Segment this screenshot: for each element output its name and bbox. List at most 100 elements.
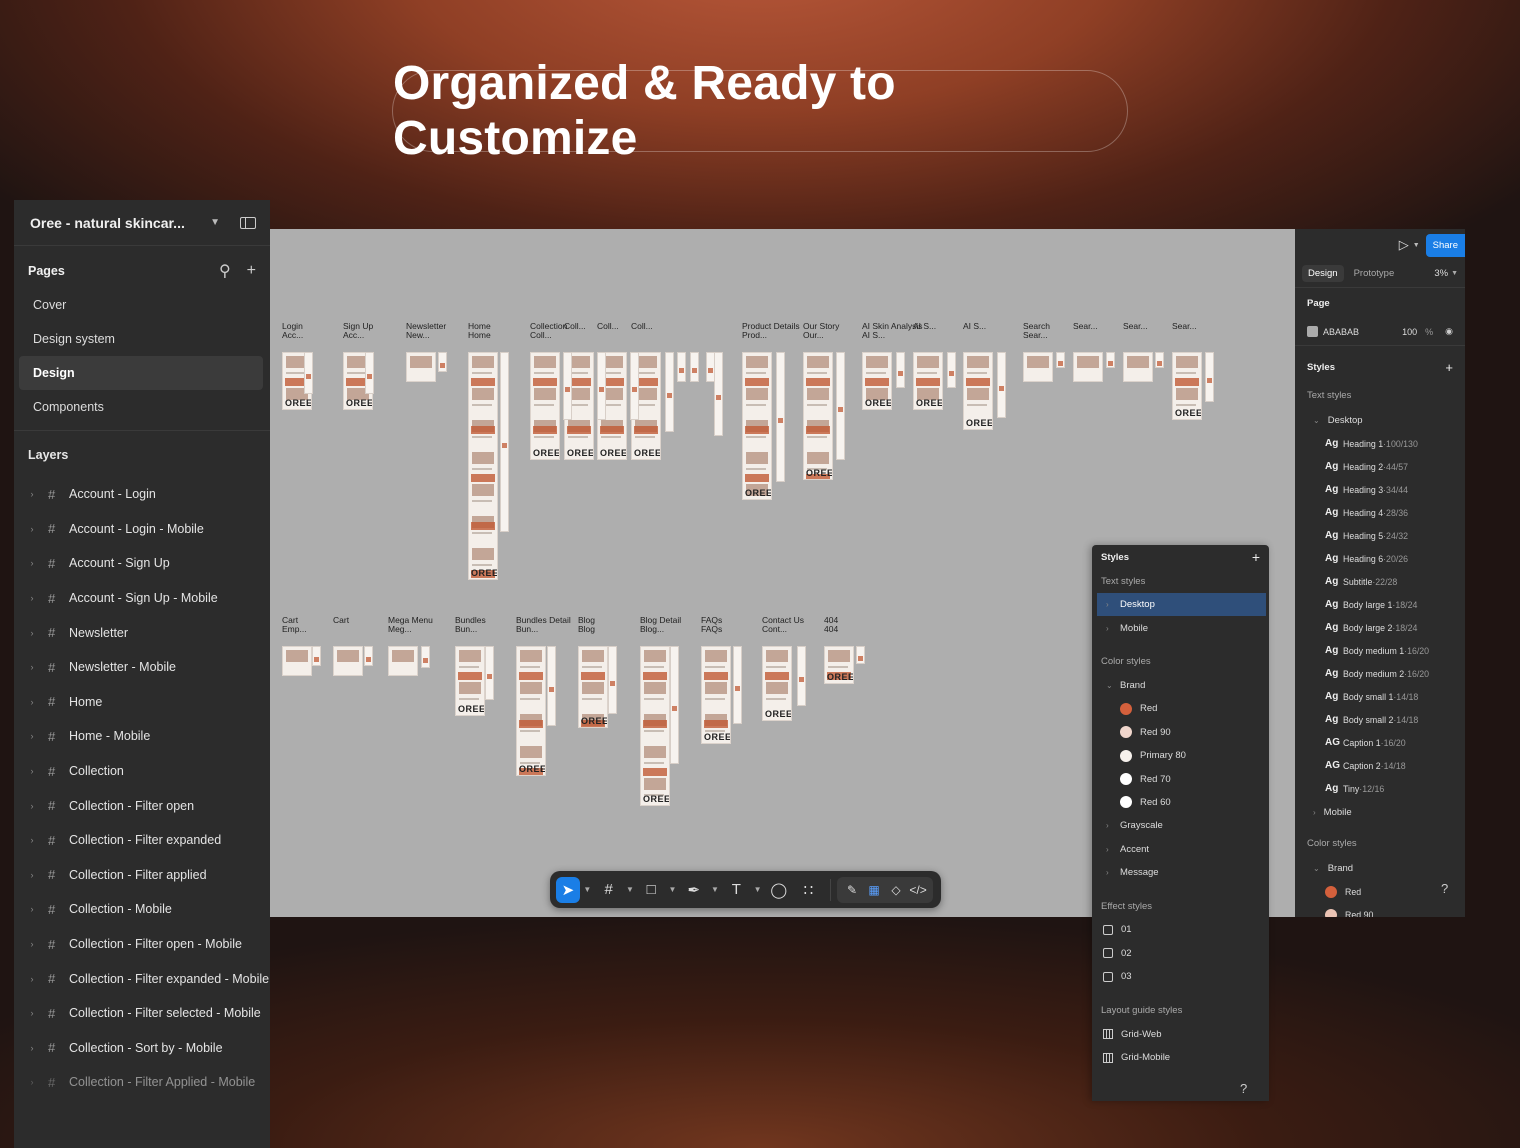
mobile-group[interactable]: › Mobile <box>1295 800 1465 824</box>
mobile-frame-preview[interactable] <box>1056 352 1065 368</box>
frame-preview[interactable] <box>333 646 363 676</box>
frame-preview[interactable] <box>388 646 418 676</box>
actions-icon[interactable]: ∷ <box>795 877 823 903</box>
group-desktop[interactable]: › Desktop <box>1097 593 1266 617</box>
layer-row[interactable]: › # Collection - Filter applied <box>14 858 270 893</box>
layer-row[interactable]: › # Newsletter <box>14 615 270 650</box>
chevron-down-icon[interactable]: ▼ <box>710 877 721 903</box>
text-style-row[interactable]: Ag Heading 1 · 100/130 <box>1295 432 1465 455</box>
layer-row[interactable]: › # Account - Sign Up - Mobile <box>14 581 270 616</box>
frame-preview[interactable]: OREE <box>1172 352 1202 420</box>
frame-preview[interactable]: OREE <box>803 352 833 480</box>
design-mode-icon[interactable]: ▦ <box>863 883 885 897</box>
chevron-right-icon[interactable]: › <box>14 524 48 534</box>
mobile-frame-preview[interactable] <box>997 352 1006 418</box>
chevron-right-icon[interactable]: › <box>14 558 48 568</box>
effect-style-row[interactable]: 03 <box>1092 965 1269 988</box>
mobile-frame-preview[interactable] <box>733 646 742 724</box>
frame-preview[interactable]: OREE <box>742 352 772 500</box>
frame-preview[interactable] <box>1123 352 1153 382</box>
mobile-frame-preview[interactable] <box>563 352 572 420</box>
frame-preview[interactable]: OREE <box>963 352 993 430</box>
page-opacity[interactable]: 100 <box>1402 327 1417 337</box>
dev-mode-icon[interactable]: </> <box>907 883 929 897</box>
layer-row[interactable]: › # Home - Mobile <box>14 719 270 754</box>
page-item[interactable]: Design system <box>19 322 263 356</box>
chevron-right-icon[interactable]: › <box>14 835 48 845</box>
page-item[interactable]: Components <box>19 390 263 424</box>
layer-row[interactable]: › # Collection - Filter expanded <box>14 823 270 858</box>
chevron-right-icon[interactable]: › <box>14 593 48 603</box>
text-style-row[interactable]: Ag Heading 5 · 24/32 <box>1295 524 1465 547</box>
chevron-right-icon[interactable]: › <box>14 870 48 880</box>
text-style-row[interactable]: Ag Body medium 2 · 16/20 <box>1295 662 1465 685</box>
frame-preview[interactable]: OREE <box>640 646 670 806</box>
effect-style-row[interactable]: 01 <box>1092 918 1269 941</box>
text-style-row[interactable]: Ag Body large 1 · 18/24 <box>1295 593 1465 616</box>
eye-icon[interactable]: ◉ <box>1445 326 1453 337</box>
tab-prototype[interactable]: Prototype <box>1348 265 1401 282</box>
layer-row[interactable]: › # Collection - Filter open - Mobile <box>14 927 270 962</box>
chevron-right-icon[interactable]: › <box>14 904 48 914</box>
help-button[interactable]: ? <box>1441 881 1448 896</box>
brand-group[interactable]: ⌄ Brand <box>1295 856 1465 880</box>
mobile-frame-preview[interactable] <box>608 646 617 714</box>
mobile-frame-preview[interactable] <box>304 352 313 394</box>
chevron-right-icon[interactable]: › <box>14 766 48 776</box>
color-style-row[interactable]: Red <box>1092 697 1269 720</box>
layer-row[interactable]: › # Collection <box>14 754 270 789</box>
add-style-icon[interactable]: + <box>1445 360 1453 375</box>
layer-row[interactable]: › # Account - Login - Mobile <box>14 512 270 547</box>
text-style-row[interactable]: Ag Tiny · 12/16 <box>1295 777 1465 800</box>
text-style-row[interactable]: Ag Heading 2 · 44/57 <box>1295 455 1465 478</box>
layer-row[interactable]: › # Newsletter - Mobile <box>14 650 270 685</box>
rectangle-tool-icon[interactable]: □ <box>637 877 665 903</box>
add-page-icon[interactable]: + <box>247 262 256 280</box>
layer-row[interactable]: › # Account - Sign Up <box>14 546 270 581</box>
grid-style-row[interactable]: Grid-Mobile <box>1092 1046 1269 1069</box>
pen-tool-icon[interactable]: ✒ <box>680 877 708 903</box>
text-tool-icon[interactable]: T <box>723 877 751 903</box>
layer-row[interactable]: › # Collection - Filter Applied - Mobile <box>14 1065 270 1100</box>
frame-preview[interactable]: OREE <box>701 646 731 744</box>
color-style-row[interactable]: Red 60 <box>1092 791 1269 814</box>
chevron-down-icon[interactable]: ▼ <box>624 877 635 903</box>
text-style-row[interactable]: Ag Heading 4 · 28/36 <box>1295 501 1465 524</box>
mobile-frame-preview[interactable] <box>630 352 639 420</box>
file-name[interactable]: Oree - natural skincar... <box>30 215 210 231</box>
help-button[interactable]: ? <box>1240 1081 1247 1096</box>
chevron-right-icon[interactable]: › <box>14 974 48 984</box>
frame-tool-icon[interactable]: # <box>595 877 623 903</box>
chevron-down-icon[interactable]: ▼ <box>210 217 220 228</box>
text-style-row[interactable]: Ag Body small 2 · 14/18 <box>1295 708 1465 731</box>
chevron-down-icon[interactable]: ▼ <box>752 877 763 903</box>
mobile-frame-preview[interactable] <box>597 352 606 420</box>
mobile-frame-preview[interactable] <box>547 646 556 726</box>
mobile-frame-preview[interactable] <box>677 352 686 382</box>
color-style-row[interactable]: Primary 80 <box>1092 744 1269 767</box>
components-icon[interactable]: ◇ <box>885 883 907 897</box>
mobile-frame-preview[interactable] <box>714 352 723 436</box>
chevron-right-icon[interactable]: › <box>14 1043 48 1053</box>
frame-preview[interactable] <box>282 646 312 676</box>
mobile-frame-preview[interactable] <box>1205 352 1214 402</box>
frame-preview[interactable] <box>406 352 436 382</box>
frame-preview[interactable]: OREE <box>516 646 546 776</box>
chevron-right-icon[interactable]: › <box>14 939 48 949</box>
frame-preview[interactable]: OREE <box>455 646 485 716</box>
page-color-swatch[interactable] <box>1307 326 1318 337</box>
mobile-frame-preview[interactable] <box>364 646 373 666</box>
mobile-frame-preview[interactable] <box>485 646 494 700</box>
text-style-row[interactable]: Ag Body medium 1 · 16/20 <box>1295 639 1465 662</box>
mobile-frame-preview[interactable] <box>500 352 509 532</box>
chevron-right-icon[interactable]: › <box>14 801 48 811</box>
frame-preview[interactable]: OREE <box>578 646 608 728</box>
mobile-frame-preview[interactable] <box>365 352 374 394</box>
chevron-right-icon[interactable]: › <box>14 697 48 707</box>
zoom-level[interactable]: 3% <box>1434 268 1448 279</box>
frame-preview[interactable]: OREE <box>762 646 792 721</box>
layer-row[interactable]: › # Collection - Filter open <box>14 788 270 823</box>
mobile-frame-preview[interactable] <box>856 646 865 664</box>
mobile-frame-preview[interactable] <box>776 352 785 482</box>
text-style-row[interactable]: Ag Body small 1 · 14/18 <box>1295 685 1465 708</box>
